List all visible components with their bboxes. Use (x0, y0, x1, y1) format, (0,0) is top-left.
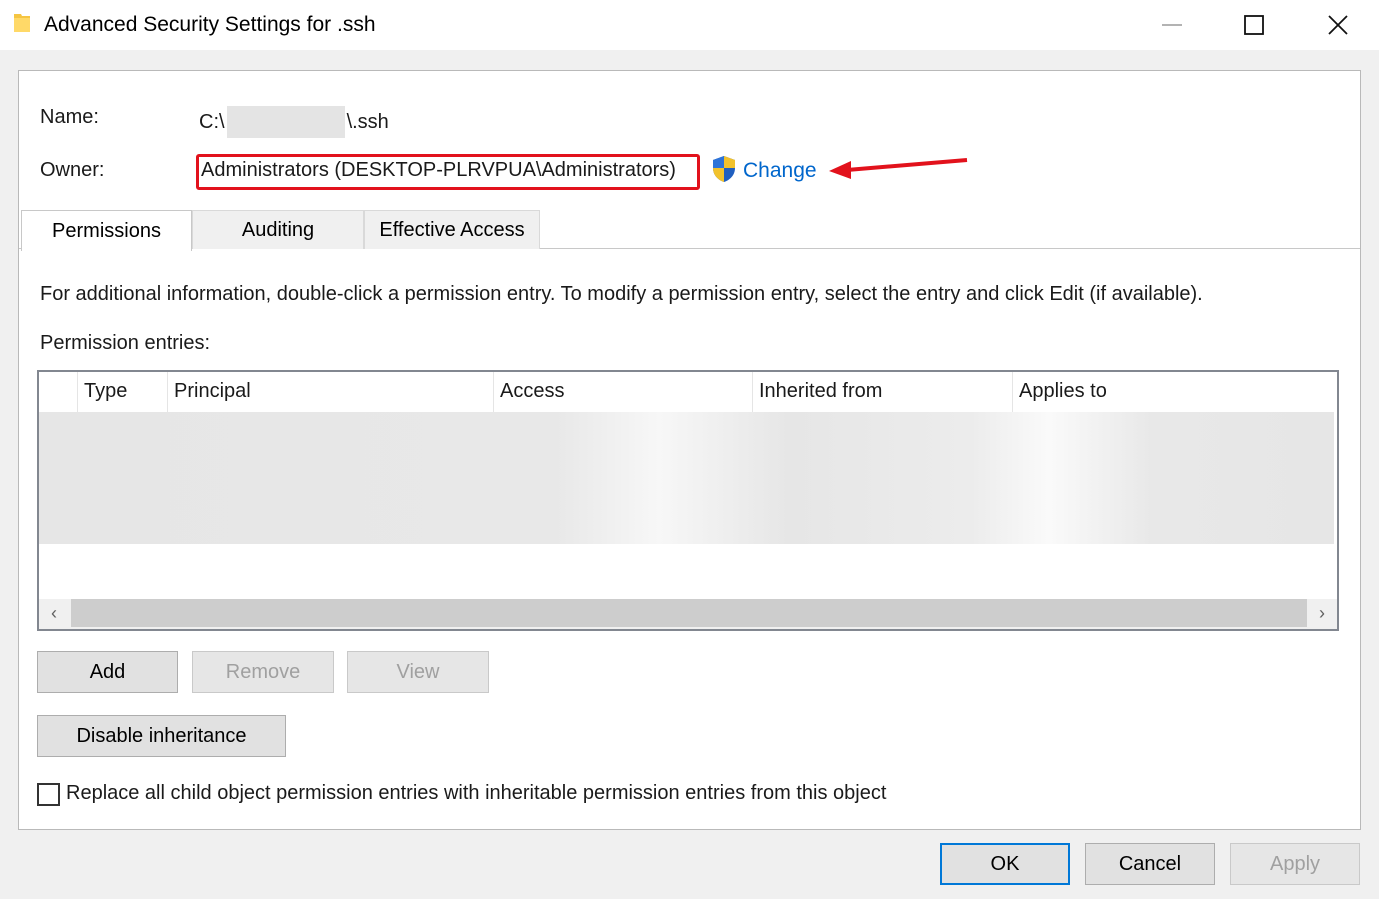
permission-entries-list[interactable]: Type Principal Access Inherited from App… (37, 370, 1339, 631)
name-value-suffix: \.ssh (346, 110, 389, 133)
view-button-label: View (396, 660, 440, 683)
apply-button[interactable]: Apply (1230, 843, 1360, 885)
owner-label: Owner: (40, 159, 105, 181)
name-label: Name: (40, 106, 99, 128)
owner-value: Administrators (DESKTOP-PLRVPUA\Administ… (201, 159, 676, 181)
tab-effective-access-label: Effective Access (379, 218, 525, 241)
scroll-left-icon[interactable]: ‹ (39, 599, 69, 627)
replace-child-permissions-label[interactable]: Replace all child object permission entr… (66, 782, 886, 805)
uac-shield-icon (713, 156, 735, 182)
settings-panel: Name: C:\ \.ssh Owner: Administrators (D… (18, 70, 1361, 830)
tab-auditing[interactable]: Auditing (192, 210, 364, 249)
horizontal-scrollbar[interactable]: ‹ › (39, 599, 1337, 629)
folder-icon (14, 14, 30, 32)
column-header-inherited-from[interactable]: Inherited from (752, 372, 1012, 412)
column-header-principal[interactable]: Principal (167, 372, 493, 412)
apply-button-label: Apply (1269, 852, 1321, 875)
column-header-type[interactable]: Type (77, 372, 167, 412)
ok-button-label: OK (990, 852, 1020, 875)
column-header-applies-to[interactable]: Applies to (1012, 372, 1337, 412)
remove-button-label: Remove (225, 660, 301, 683)
maximize-icon (1244, 15, 1264, 35)
name-value: C:\ \.ssh (199, 106, 389, 138)
tab-permissions-label: Permissions (52, 219, 161, 242)
permission-entries-label: Permission entries: (40, 332, 211, 354)
remove-button[interactable]: Remove (192, 651, 334, 693)
list-header: Type Principal Access Inherited from App… (39, 372, 1337, 412)
replace-child-permissions-checkbox[interactable] (37, 783, 60, 806)
tab-auditing-label: Auditing (241, 218, 315, 241)
window-title: Advanced Security Settings for .ssh (44, 13, 376, 36)
view-button[interactable]: View (347, 651, 489, 693)
scroll-right-icon[interactable]: › (1307, 599, 1337, 627)
minimize-icon (1162, 24, 1182, 26)
column-header-access[interactable]: Access (493, 372, 752, 412)
close-button[interactable] (1296, 0, 1379, 50)
owner-highlight-box: Administrators (DESKTOP-PLRVPUA\Administ… (196, 154, 700, 190)
scrollbar-thumb[interactable] (71, 599, 1307, 627)
close-icon (1328, 15, 1348, 35)
add-button-label: Add (89, 660, 126, 683)
name-value-prefix: C:\ (199, 110, 225, 133)
cancel-button[interactable]: Cancel (1085, 843, 1215, 885)
minimize-button[interactable] (1130, 0, 1214, 50)
add-button[interactable]: Add (37, 651, 178, 693)
redacted-path (226, 106, 345, 138)
redacted-entries (39, 412, 1334, 544)
tab-effective-access[interactable]: Effective Access (364, 210, 540, 249)
maximize-button[interactable] (1212, 0, 1296, 50)
cancel-button-label: Cancel (1118, 852, 1182, 875)
red-arrow-annotation (829, 158, 968, 179)
title-bar: Advanced Security Settings for .ssh (0, 0, 1379, 50)
tab-permissions[interactable]: Permissions (21, 210, 192, 251)
disable-inheritance-button[interactable]: Disable inheritance (37, 715, 286, 757)
info-text: For additional information, double-click… (40, 283, 1203, 305)
change-owner-link[interactable]: Change (743, 159, 817, 183)
ok-button[interactable]: OK (940, 843, 1070, 885)
disable-inheritance-label: Disable inheritance (76, 724, 247, 747)
